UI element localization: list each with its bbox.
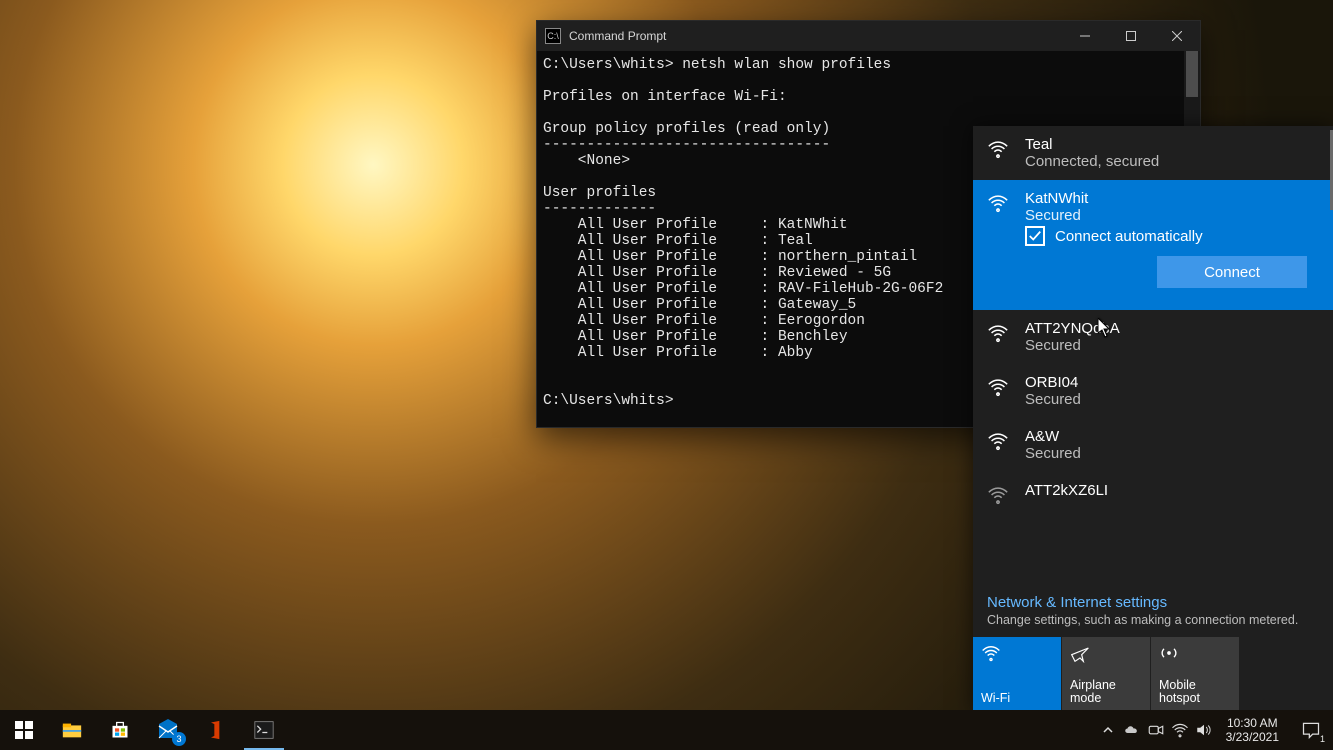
wifi-network-list: Teal Connected, secured KatNWhit Secured… [973,126,1333,586]
terminal-taskbar-icon[interactable] [240,710,288,750]
close-button[interactable] [1154,21,1200,51]
hotspot-icon [1159,643,1231,665]
wifi-icon [987,136,1011,170]
connect-button[interactable]: Connect [1157,256,1307,288]
network-settings-title: Network & Internet settings [987,594,1319,611]
wifi-network-teal[interactable]: Teal Connected, secured [973,126,1333,180]
taskbar-clock[interactable]: 10:30 AM 3/23/2021 [1216,716,1289,744]
tray-overflow-button[interactable] [1096,710,1120,750]
mobile-hotspot-tile[interactable]: Mobile hotspot [1151,637,1239,711]
taskbar[interactable]: 3 10:30 AM 3/23/2021 1 [0,710,1333,750]
wifi-icon [987,374,1011,408]
wifi-tile-label: Wi-Fi [981,692,1053,705]
wifi-status: Secured [1025,445,1319,462]
wifi-icon [987,190,1011,224]
cmd-icon: C:\ [545,28,561,44]
wifi-icon [987,482,1011,506]
maximize-button[interactable] [1108,21,1154,51]
wifi-status: Connected, secured [1025,153,1319,170]
cmd-title: Command Prompt [569,29,666,43]
connect-automatically-label: Connect automatically [1055,228,1203,245]
wifi-tray-icon[interactable] [1168,710,1192,750]
wifi-icon [987,320,1011,354]
cmd-titlebar[interactable]: C:\ Command Prompt [537,21,1200,51]
notification-count: 1 [1320,734,1325,744]
wifi-name: ORBI04 [1025,374,1319,391]
wifi-network-aw[interactable]: A&W Secured [973,418,1333,472]
airplane-icon [1070,643,1142,665]
wifi-tile[interactable]: Wi-Fi [973,637,1061,711]
wifi-network-katnwhit[interactable]: KatNWhit Secured Connect automatically C… [973,180,1333,310]
onedrive-tray-icon[interactable] [1120,710,1144,750]
wifi-name: ATT2kXZ6LI [1025,482,1319,499]
volume-tray-icon[interactable] [1192,710,1216,750]
wifi-name: KatNWhit [1025,190,1319,207]
taskbar-time: 10:30 AM [1226,716,1279,730]
mail-badge: 3 [172,732,186,746]
wifi-name: ATT2YNQdbA [1025,320,1319,337]
scroll-thumb[interactable] [1186,51,1198,97]
wifi-network-att2kxz6li[interactable]: ATT2kXZ6LI [973,472,1333,506]
microsoft-store-taskbar-icon[interactable] [96,710,144,750]
wifi-network-att2ynqdba[interactable]: ATT2YNQdbA Secured [973,310,1333,364]
minimize-button[interactable] [1062,21,1108,51]
start-button[interactable] [0,710,48,750]
hotspot-tile-label: Mobile hotspot [1159,679,1231,705]
quick-action-tiles: Wi-Fi Airplane mode Mobile hotspot [973,637,1333,711]
wifi-name: Teal [1025,136,1319,153]
action-center-button[interactable]: 1 [1289,710,1333,750]
airplane-tile-label: Airplane mode [1070,679,1142,705]
wifi-network-orbi04[interactable]: ORBI04 Secured [973,364,1333,418]
wifi-name: A&W [1025,428,1319,445]
airplane-mode-tile[interactable]: Airplane mode [1062,637,1150,711]
wifi-status: Secured [1025,337,1319,354]
file-explorer-taskbar-icon[interactable] [48,710,96,750]
connect-automatically-checkbox[interactable] [1025,226,1045,246]
connect-automatically-row[interactable]: Connect automatically [987,220,1319,252]
meet-now-tray-icon[interactable] [1144,710,1168,750]
office-taskbar-icon[interactable] [192,710,240,750]
wifi-icon [981,643,1053,665]
network-settings-sub: Change settings, such as making a connec… [987,613,1319,627]
wifi-status: Secured [1025,391,1319,408]
wifi-flyout: Teal Connected, secured KatNWhit Secured… [973,126,1333,711]
taskbar-date: 3/23/2021 [1226,730,1279,744]
wifi-icon [987,428,1011,462]
mail-taskbar-icon[interactable]: 3 [144,710,192,750]
network-settings-link[interactable]: Network & Internet settings Change setti… [973,586,1333,637]
